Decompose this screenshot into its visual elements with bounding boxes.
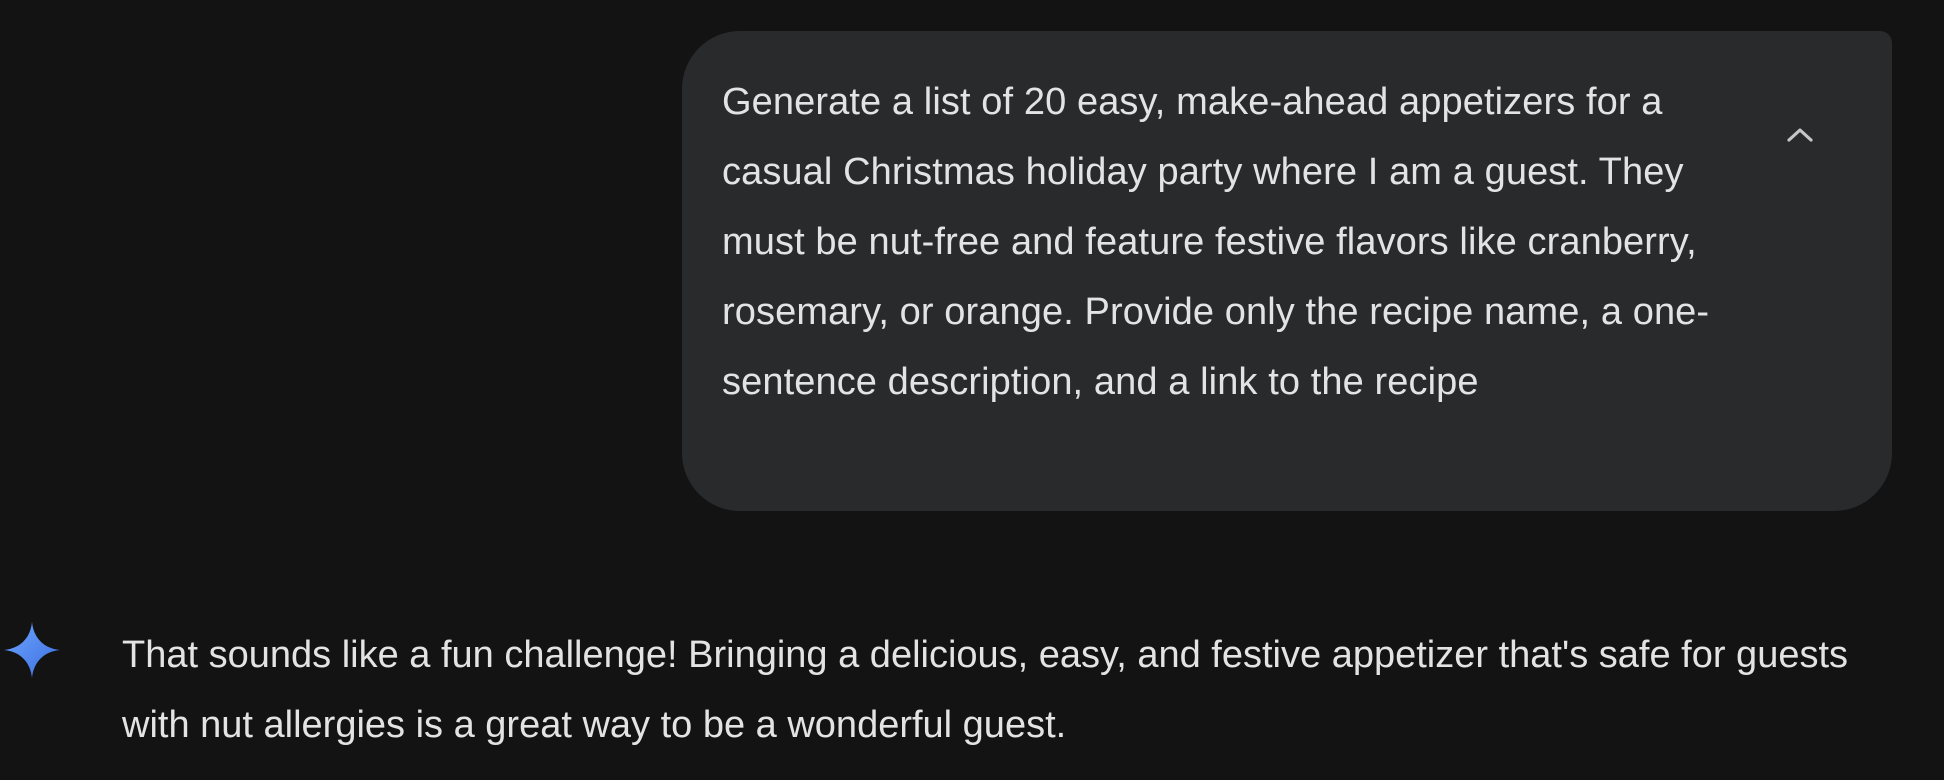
user-prompt-text: Generate a list of 20 easy, make-ahead a…: [722, 81, 1710, 403]
gemini-spark-icon: [4, 622, 60, 678]
model-response-text: That sounds like a fun challenge! Bringi…: [122, 634, 1849, 746]
chevron-up-icon: [1787, 128, 1813, 142]
user-prompt-bubble: Generate a list of 20 easy, make-ahead a…: [682, 31, 1892, 511]
chat-page: Generate a list of 20 easy, make-ahead a…: [0, 0, 1944, 780]
collapse-prompt-button[interactable]: [1778, 113, 1822, 157]
